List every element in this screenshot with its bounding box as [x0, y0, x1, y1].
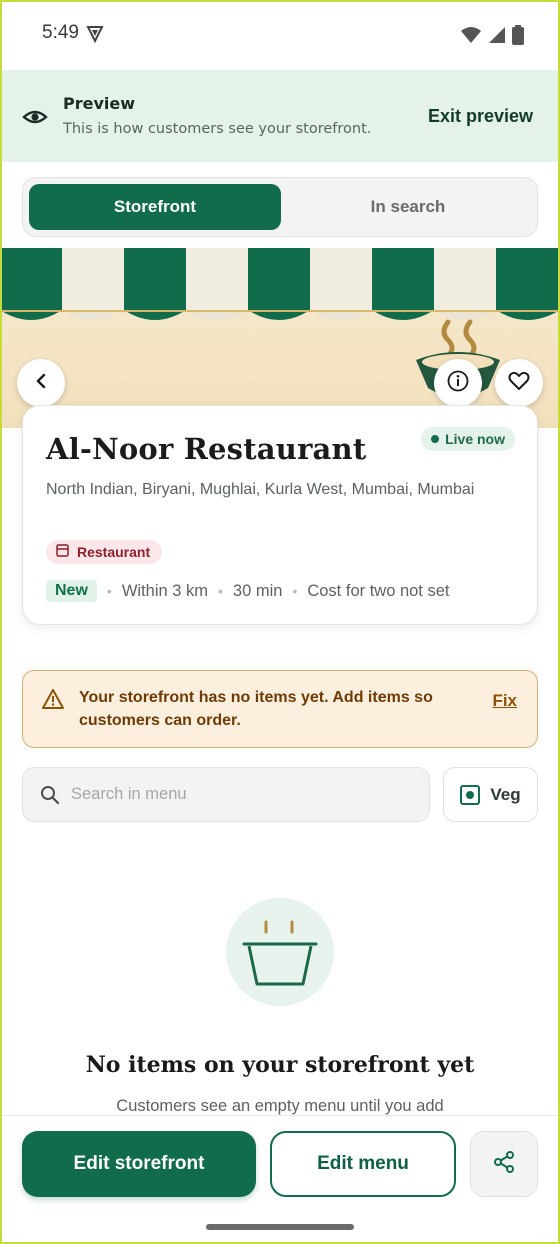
- restaurant-name: Al-Noor Restaurant: [46, 432, 367, 466]
- signal-icon: [488, 26, 506, 48]
- exit-preview-button[interactable]: Exit preview: [428, 106, 533, 127]
- storefront-banner: [0, 248, 560, 428]
- storefront-icon: [56, 544, 69, 560]
- battery-icon: [512, 25, 524, 49]
- restaurant-type-badge: Restaurant: [46, 540, 163, 564]
- heart-icon: [508, 371, 530, 395]
- search-icon: [40, 785, 60, 809]
- vpn-icon: [86, 25, 104, 47]
- new-badge: New: [46, 580, 97, 602]
- edit-storefront-button[interactable]: Edit storefront: [22, 1131, 256, 1197]
- separator-dot: •: [292, 583, 298, 599]
- info-button[interactable]: [434, 359, 482, 407]
- fix-link[interactable]: Fix: [492, 691, 517, 711]
- warning-triangle-icon: [41, 688, 65, 714]
- view-tabs: Storefront In search: [22, 177, 538, 237]
- veg-icon: [460, 784, 481, 805]
- home-indicator[interactable]: [206, 1224, 354, 1230]
- empty-basket-illustration: [226, 898, 334, 1006]
- separator-dot: •: [106, 583, 112, 599]
- veg-label: Veg: [490, 784, 521, 804]
- tab-in-search[interactable]: In search: [283, 184, 533, 230]
- menu-search: [22, 767, 430, 822]
- live-status-label: Live now: [445, 431, 505, 447]
- empty-state-subtitle: Customers see an empty menu until you ad…: [116, 1097, 444, 1115]
- tab-storefront[interactable]: Storefront: [29, 184, 281, 230]
- cost-for-two: Cost for two not set: [307, 581, 450, 600]
- no-items-warning: Your storefront has no items yet. Add it…: [22, 670, 538, 748]
- live-status-badge: Live now: [421, 427, 515, 451]
- live-dot: [431, 435, 440, 443]
- warning-text: Your storefront has no items yet. Add it…: [79, 689, 433, 729]
- edit-menu-button[interactable]: Edit menu: [270, 1131, 456, 1197]
- restaurant-card: Al-Noor Restaurant Live now North Indian…: [22, 405, 538, 625]
- eye-icon: [22, 104, 48, 134]
- share-button[interactable]: [470, 1131, 538, 1197]
- search-input[interactable]: [71, 768, 411, 821]
- status-bar: 5:49: [0, 0, 560, 70]
- info-icon: [447, 370, 469, 396]
- empty-state-title: No items on your storefront yet: [85, 1052, 475, 1078]
- awning-illustration: [0, 248, 560, 428]
- restaurant-meta: New • Within 3 km • 30 min • Cost for tw…: [46, 580, 450, 602]
- preview-subtitle: This is how customers see your storefron…: [63, 121, 372, 137]
- veg-filter-button[interactable]: Veg: [443, 767, 538, 822]
- cuisine-location: North Indian, Biryani, Mughlai, Kurla We…: [46, 481, 475, 498]
- basket-icon: [242, 920, 318, 986]
- share-icon: [492, 1150, 516, 1178]
- delivery-time: 30 min: [232, 581, 283, 600]
- separator-dot: •: [218, 583, 223, 599]
- back-button[interactable]: [17, 359, 65, 407]
- status-time: 5:49: [42, 22, 79, 43]
- preview-title: Preview: [63, 94, 136, 113]
- restaurant-type-label: Restaurant: [77, 544, 151, 560]
- favorite-button[interactable]: [495, 359, 543, 407]
- chevron-left-icon: [33, 373, 49, 393]
- wifi-icon: [460, 26, 482, 48]
- distance: Within 3 km: [121, 581, 208, 600]
